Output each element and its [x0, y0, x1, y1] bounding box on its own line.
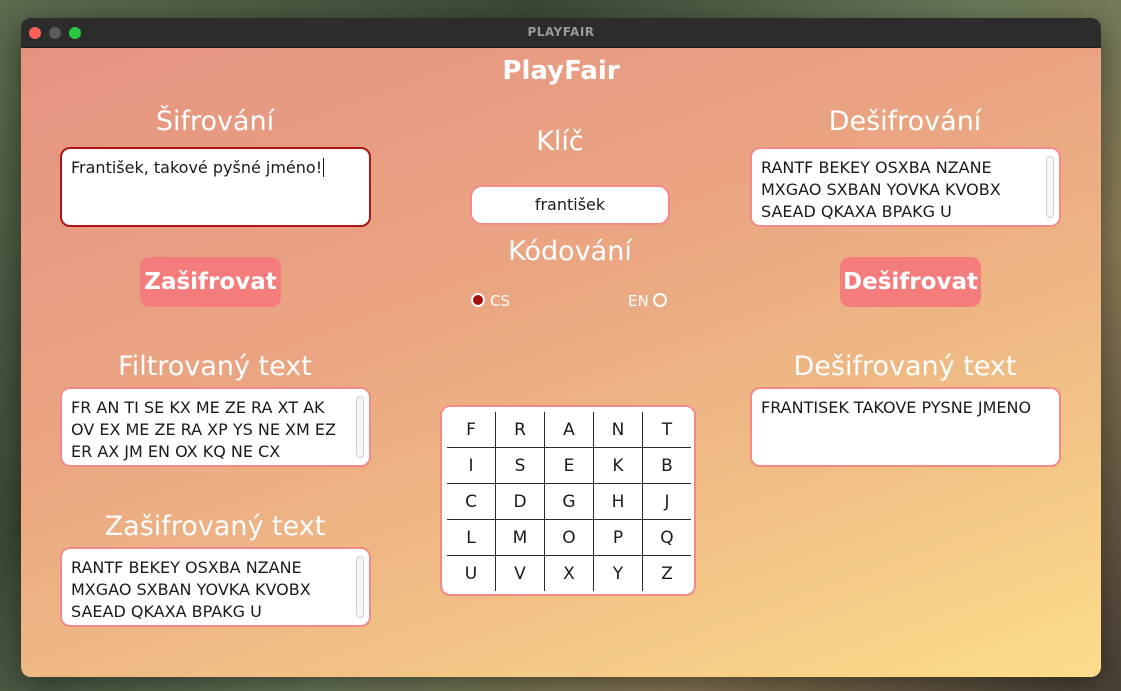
encrypt-input[interactable]: František, takové pyšné jméno! — [60, 147, 371, 227]
app-title: PlayFair — [502, 56, 620, 86]
grid-cell: R — [495, 412, 545, 448]
filtered-text-area[interactable]: FR AN TI SE KX ME ZE RA XT AK OV EX ME Z… — [60, 387, 371, 467]
grid-cell: U — [447, 555, 496, 591]
grid-cell: K — [593, 447, 643, 484]
grid-cell: D — [495, 483, 545, 520]
grid-row: FRANT — [447, 412, 691, 448]
filtered-text: FR AN TI SE KX ME ZE RA XT AK OV EX ME Z… — [71, 398, 336, 461]
window-title: PLAYFAIR — [527, 25, 595, 39]
grid-cell: A — [544, 412, 594, 448]
decrypted-text: FRANTISEK TAKOVE PYSNE JMENO — [761, 398, 1032, 417]
grid-cell: O — [544, 519, 594, 556]
key-heading: Klíč — [536, 126, 584, 157]
grid-cell: X — [544, 555, 594, 591]
encrypted-text-area[interactable]: RANTF BEKEY OSXBA NZANE MXGAO SXBAN YOVK… — [60, 547, 371, 627]
grid-cell: I — [447, 447, 496, 484]
encrypted-text: RANTF BEKEY OSXBA NZANE MXGAO SXBAN YOVK… — [71, 558, 311, 621]
encoding-heading: Kódování — [508, 236, 632, 267]
grid-cell: L — [447, 519, 496, 556]
encrypt-input-text: František, takové pyšné jméno! — [71, 158, 323, 177]
grid-cell: V — [495, 555, 545, 591]
decrypt-heading: Dešifrování — [828, 106, 982, 137]
encrypt-heading: Šifrování — [155, 106, 275, 137]
decrypted-heading: Dešifrovaný text — [793, 351, 1017, 382]
playfair-table: FRANTISEKBCDGHJLMOPQUVXYZ — [447, 412, 691, 591]
grid-cell: J — [642, 483, 691, 520]
decrypt-scrollbar[interactable] — [1046, 156, 1054, 218]
grid-cell: Y — [593, 555, 643, 591]
filtered-heading: Filtrovaný text — [118, 351, 312, 382]
radio-en[interactable] — [653, 293, 667, 307]
grid-row: UVXYZ — [447, 555, 691, 591]
grid-row: ISEKB — [447, 447, 691, 484]
grid-cell: E — [544, 447, 594, 484]
grid-cell: B — [642, 447, 691, 484]
text-caret — [323, 158, 325, 177]
radio-cs-label[interactable]: CS — [490, 292, 510, 310]
decrypt-button[interactable]: Dešifrovat — [840, 257, 981, 307]
grid-cell: Q — [642, 519, 691, 556]
grid-cell: P — [593, 519, 643, 556]
decrypt-input[interactable]: RANTF BEKEY OSXBA NZANE MXGAO SXBAN YOVK… — [750, 147, 1061, 227]
grid-cell: C — [447, 483, 496, 520]
grid-cell: Z — [642, 555, 691, 591]
filtered-scrollbar[interactable] — [356, 396, 364, 458]
radio-en-label[interactable]: EN — [628, 292, 649, 310]
grid-cell: M — [495, 519, 545, 556]
grid-cell: F — [447, 412, 496, 448]
decrypted-text-area[interactable]: FRANTISEK TAKOVE PYSNE JMENO — [750, 387, 1061, 467]
grid-row: LMOPQ — [447, 519, 691, 556]
grid-cell: G — [544, 483, 594, 520]
main-content: PlayFair Šifrování František, takové pyš… — [21, 48, 1101, 677]
grid-cell: N — [593, 412, 643, 448]
grid-row: CDGHJ — [447, 483, 691, 520]
grid-cell: H — [593, 483, 643, 520]
decrypt-input-text: RANTF BEKEY OSXBA NZANE MXGAO SXBAN YOVK… — [761, 158, 1001, 221]
key-input[interactable]: františek — [470, 185, 670, 225]
app-window: PLAYFAIR PlayFair Šifrování František, t… — [21, 18, 1101, 677]
grid-cell: S — [495, 447, 545, 484]
grid-cell: T — [642, 412, 691, 448]
encrypted-heading: Zašifrovaný text — [104, 511, 326, 542]
encrypted-scrollbar[interactable] — [356, 556, 364, 618]
playfair-grid: FRANTISEKBCDGHJLMOPQUVXYZ — [440, 405, 696, 596]
encrypt-button[interactable]: Zašifrovat — [140, 257, 281, 307]
title-bar: PLAYFAIR — [21, 18, 1101, 48]
radio-cs[interactable] — [471, 293, 485, 307]
